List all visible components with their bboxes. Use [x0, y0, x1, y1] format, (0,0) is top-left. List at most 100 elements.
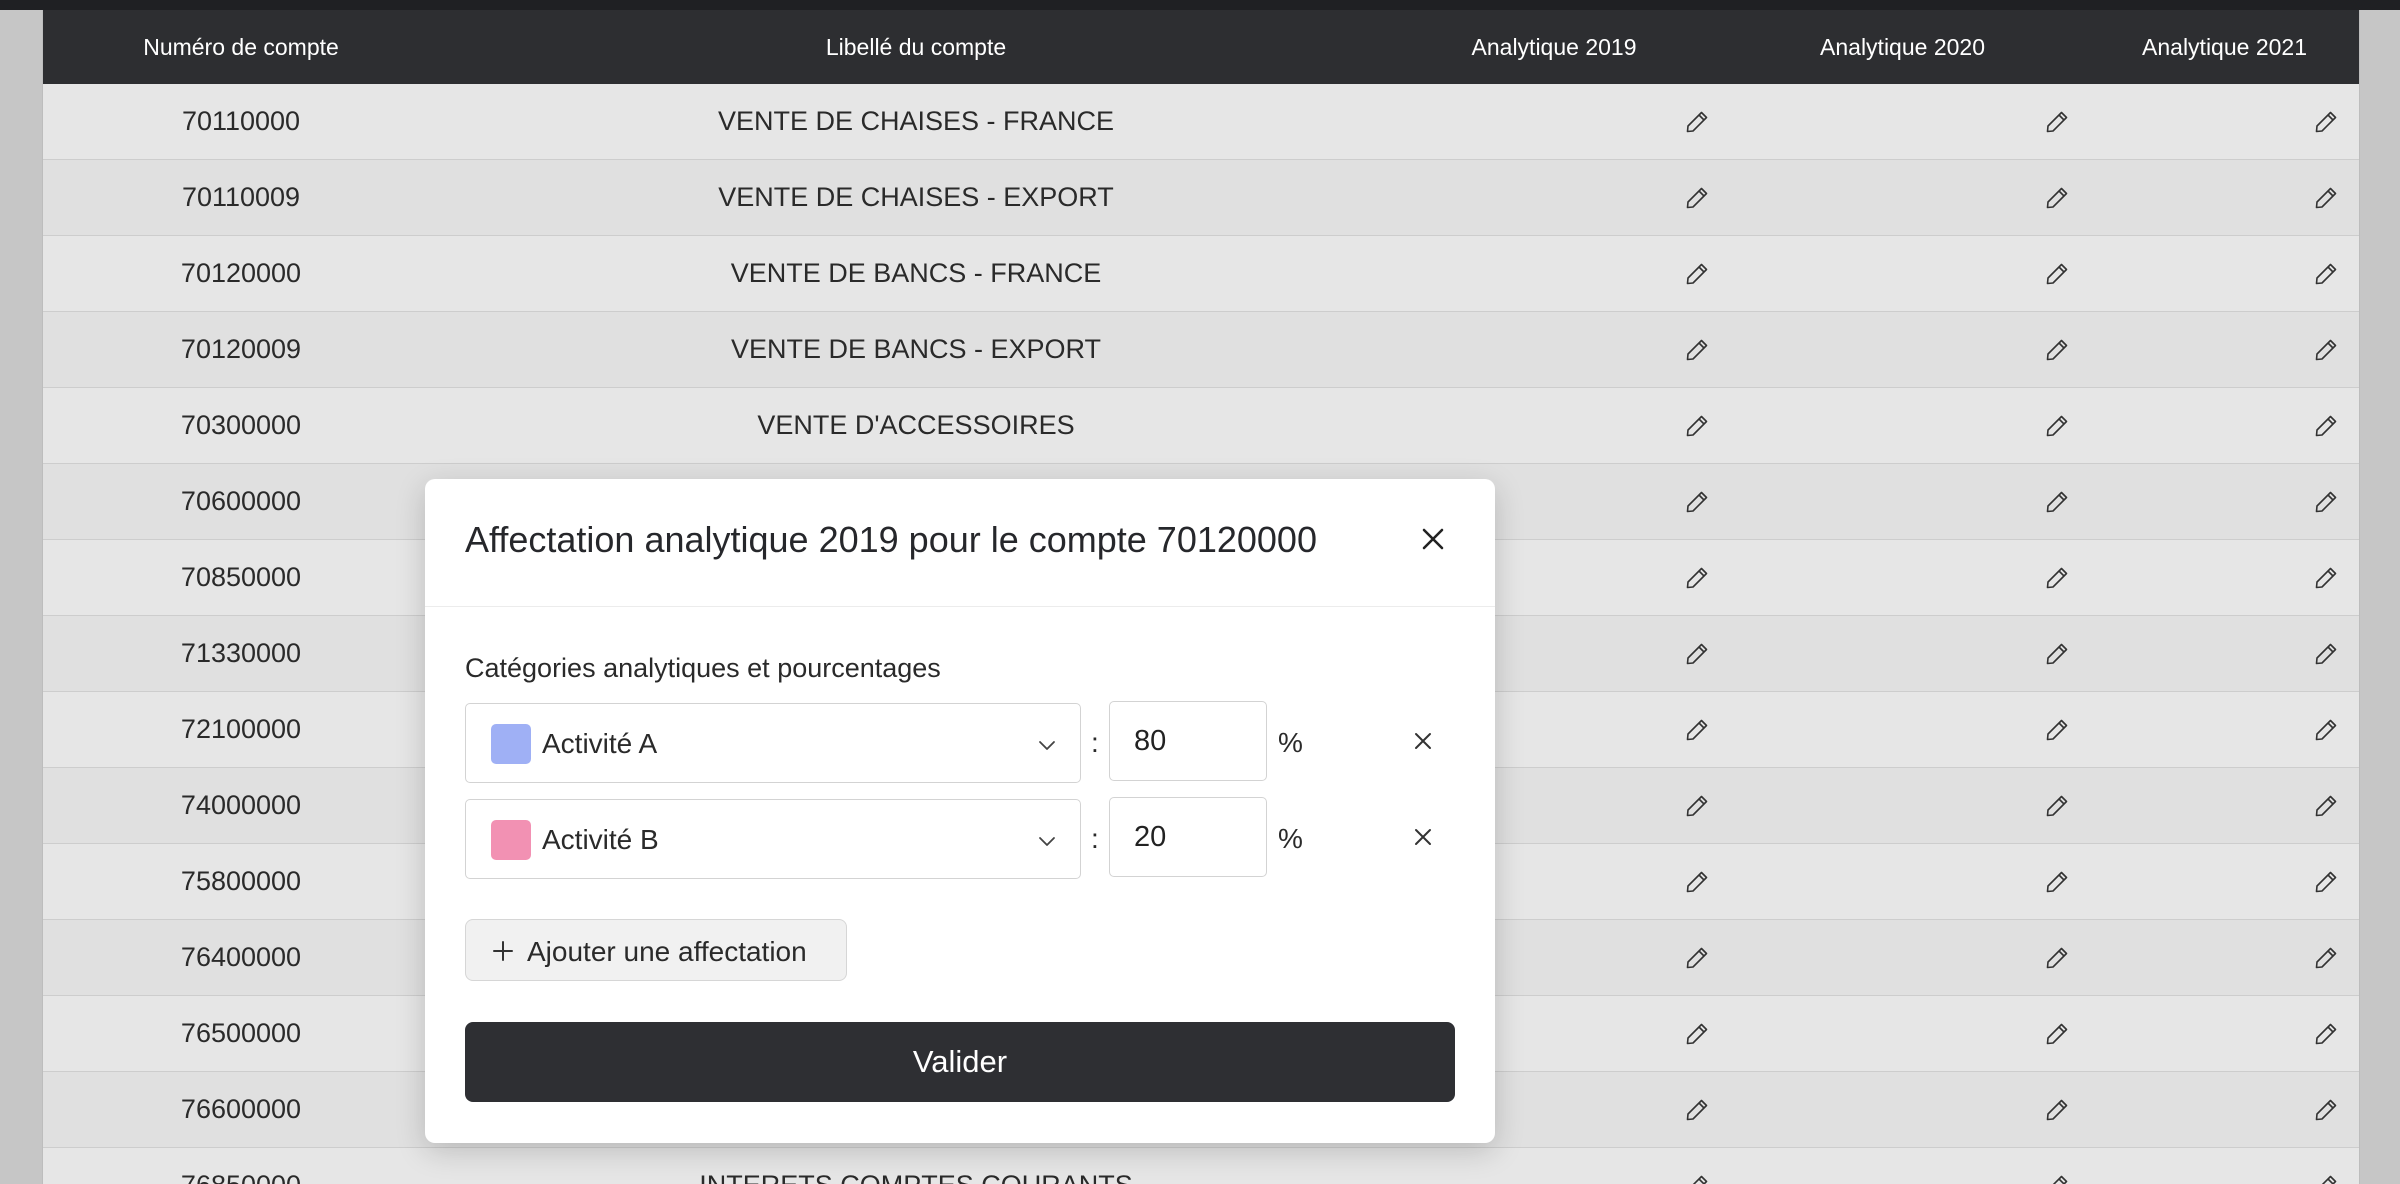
analytics-2020-cell — [1715, 869, 2090, 895]
pencil-icon[interactable] — [2313, 565, 2339, 591]
analytics-2021-cell — [2090, 1173, 2359, 1184]
pencil-icon[interactable] — [1684, 565, 1710, 591]
analytics-2021-cell — [2090, 261, 2359, 287]
analytics-2021-cell — [2090, 565, 2359, 591]
analytics-2019-cell — [1393, 185, 1715, 211]
percent-sign: % — [1278, 727, 1303, 758]
analytics-2021-cell — [2090, 869, 2359, 895]
pencil-icon[interactable] — [2313, 641, 2339, 667]
account-number-cell: 70110000 — [181, 106, 301, 136]
pencil-icon[interactable] — [2044, 261, 2070, 287]
pencil-icon[interactable] — [2313, 1097, 2339, 1123]
analytics-2019-cell — [1393, 413, 1715, 439]
pencil-icon[interactable] — [2313, 337, 2339, 363]
analytics-2020-cell — [1715, 641, 2090, 667]
pencil-icon[interactable] — [2313, 489, 2339, 515]
pencil-icon[interactable] — [2313, 717, 2339, 743]
pencil-icon[interactable] — [1684, 109, 1710, 135]
pencil-icon[interactable] — [1684, 337, 1710, 363]
account-number-cell: 76400000 — [180, 942, 302, 972]
analytics-2021-cell — [2090, 1097, 2359, 1123]
chevron-down-icon — [1036, 830, 1058, 852]
header-analytics-2021: Analytique 2021 — [2142, 33, 2307, 60]
category-select[interactable]: Activité A — [465, 703, 1081, 783]
top-bar — [0, 0, 2400, 10]
account-number-cell: 76850000 — [43, 1170, 439, 1184]
pencil-icon[interactable] — [2044, 489, 2070, 515]
pencil-icon[interactable] — [2044, 717, 2070, 743]
pencil-icon[interactable] — [1684, 869, 1710, 895]
pencil-icon[interactable] — [2044, 109, 2070, 135]
page: Numéro de compte Libellé du compte Analy… — [0, 0, 2400, 1184]
analytics-2020-cell — [1715, 185, 2090, 211]
remove-allocation-icon[interactable] — [1411, 825, 1435, 849]
pencil-icon[interactable] — [2313, 1173, 2339, 1184]
pencil-icon[interactable] — [1684, 1021, 1710, 1047]
analytics-2021-cell — [2090, 641, 2359, 667]
percentage-input[interactable] — [1109, 701, 1267, 781]
table-row: 70120000 VENTE DE BANCS - FRANCE — [43, 236, 2359, 312]
submit-button[interactable]: Valider — [465, 1022, 1455, 1102]
account-number-cell: 76500000 — [180, 1018, 302, 1048]
pencil-icon[interactable] — [2044, 337, 2070, 363]
pencil-icon[interactable] — [2044, 1173, 2070, 1184]
pencil-icon[interactable] — [1684, 489, 1710, 515]
category-select[interactable]: Activité B — [465, 799, 1081, 879]
allocation-row: Activité A : % — [465, 701, 1455, 783]
pencil-icon[interactable] — [2044, 185, 2070, 211]
analytics-2020-cell — [1715, 793, 2090, 819]
analytics-2021-cell — [2090, 109, 2359, 135]
pencil-icon[interactable] — [2313, 945, 2339, 971]
category-select-value: Activité A — [542, 728, 658, 759]
pencil-icon[interactable] — [2313, 793, 2339, 819]
pencil-icon[interactable] — [2313, 185, 2339, 211]
pencil-icon[interactable] — [1684, 413, 1710, 439]
pencil-icon[interactable] — [2044, 1097, 2070, 1123]
pencil-icon[interactable] — [2044, 413, 2070, 439]
allocation-row: Activité B : % — [465, 797, 1455, 879]
table-row: 70110009 VENTE DE CHAISES - EXPORT — [43, 160, 2359, 236]
modal-title: Affectation analytique 2019 pour le comp… — [465, 519, 1317, 560]
pencil-icon[interactable] — [1684, 185, 1710, 211]
analytics-2019-cell — [1393, 109, 1715, 135]
pencil-icon[interactable] — [2044, 641, 2070, 667]
pencil-icon[interactable] — [2313, 413, 2339, 439]
pencil-icon[interactable] — [1684, 717, 1710, 743]
analytics-2020-cell — [1715, 337, 2090, 363]
pencil-icon[interactable] — [2313, 109, 2339, 135]
table-header: Numéro de compte Libellé du compte Analy… — [43, 10, 2359, 84]
pencil-icon[interactable] — [1684, 641, 1710, 667]
account-number-cell: 71330000 — [180, 638, 302, 668]
pencil-icon[interactable] — [1684, 1173, 1710, 1184]
close-icon[interactable] — [1415, 521, 1451, 557]
add-allocation-button[interactable]: Ajouter une affectation — [465, 919, 847, 981]
table-row: 70110000 VENTE DE CHAISES - FRANCE — [43, 84, 2359, 160]
pencil-icon[interactable] — [2044, 945, 2070, 971]
analytics-allocation-modal: Affectation analytique 2019 pour le comp… — [425, 479, 1495, 1143]
analytics-2021-cell — [2090, 1021, 2359, 1047]
category-select-value: Activité B — [542, 824, 659, 855]
analytics-2019-cell — [1393, 1173, 1715, 1184]
pencil-icon[interactable] — [2044, 1021, 2070, 1047]
analytics-2020-cell — [1715, 261, 2090, 287]
pencil-icon[interactable] — [2044, 869, 2070, 895]
account-label-cell: VENTE DE BANCS - FRANCE — [730, 258, 1102, 288]
pencil-icon[interactable] — [1684, 261, 1710, 287]
account-number-cell: 72100000 — [180, 714, 302, 744]
analytics-2019-cell — [1393, 261, 1715, 287]
pencil-icon[interactable] — [2313, 1021, 2339, 1047]
analytics-2021-cell — [2090, 945, 2359, 971]
pencil-icon[interactable] — [1684, 945, 1710, 971]
separator-colon: : — [1091, 727, 1099, 758]
pencil-icon[interactable] — [2044, 565, 2070, 591]
account-label-cell: VENTE DE CHAISES - EXPORT — [718, 182, 1114, 212]
account-number-cell: 75800000 — [180, 866, 302, 896]
pencil-icon[interactable] — [2313, 869, 2339, 895]
pencil-icon[interactable] — [2313, 261, 2339, 287]
remove-allocation-icon[interactable] — [1411, 729, 1435, 753]
pencil-icon[interactable] — [2044, 793, 2070, 819]
pencil-icon[interactable] — [1684, 793, 1710, 819]
category-color-swatch — [491, 724, 531, 764]
percentage-input[interactable] — [1109, 797, 1267, 877]
pencil-icon[interactable] — [1684, 1097, 1710, 1123]
